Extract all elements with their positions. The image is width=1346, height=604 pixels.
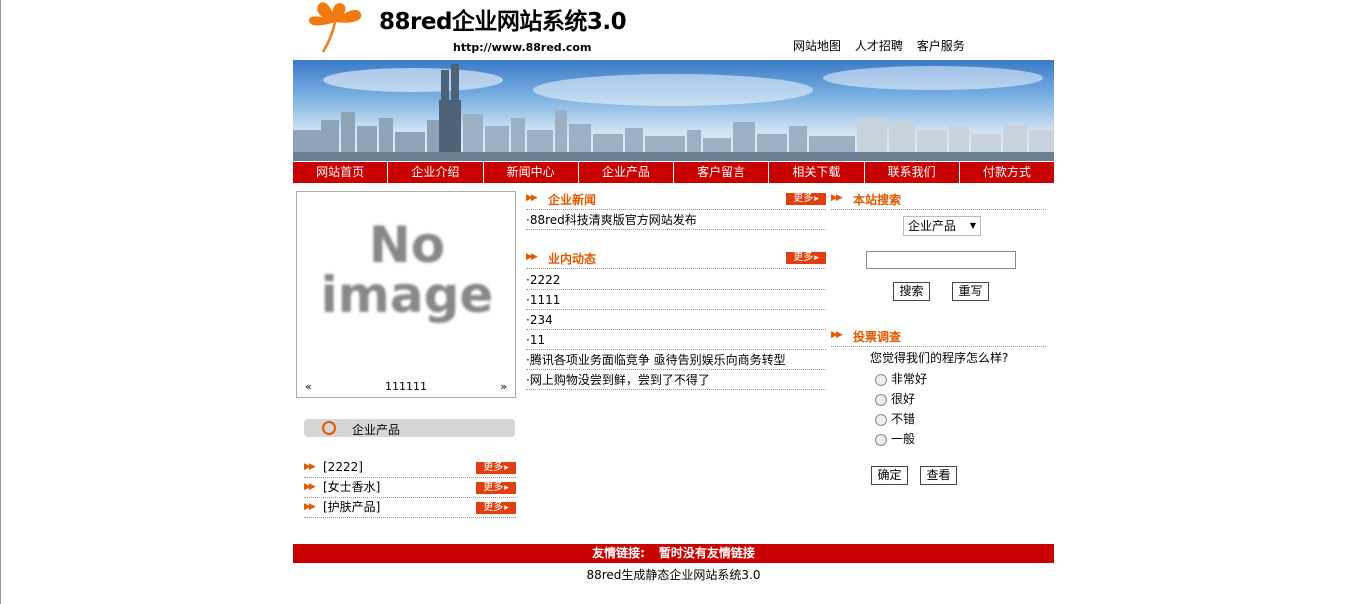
double-arrow-icon: ▶▶ xyxy=(831,193,843,203)
prev-arrow-icon[interactable]: « xyxy=(305,380,312,393)
radio-icon xyxy=(875,413,887,426)
products-heading: 企业产品 xyxy=(352,423,401,437)
list-item: ▶▶ [女士香水] 更多 xyxy=(304,478,516,498)
friend-links-label: 友情链接: xyxy=(592,546,645,560)
friend-links-bar: 友情链接: 暂时没有友情链接 xyxy=(293,544,1054,563)
main-nav: 网站首页 企业介绍 新闻中心 企业产品 客户留言 相关下载 联系我们 付款方式 xyxy=(293,162,1054,183)
search-button[interactable]: 搜索 xyxy=(893,282,930,301)
top-link-service[interactable]: 客户服务 xyxy=(917,39,965,53)
products-heading-bar: 企业产品 xyxy=(304,419,515,437)
product-link[interactable]: [2222] xyxy=(323,458,363,477)
list-item[interactable]: ·11 xyxy=(526,330,826,350)
company-news-header: ▶▶ 企业新闻 更多 xyxy=(526,190,826,210)
list-item[interactable]: ·234 xyxy=(526,310,826,330)
vote-view-button[interactable]: 查看 xyxy=(920,466,957,485)
search-category-select[interactable]: 企业产品 ▼ xyxy=(903,216,981,236)
search-input[interactable] xyxy=(866,251,1016,269)
vote-title: 投票调查 xyxy=(853,330,902,344)
list-item[interactable]: ·1111 xyxy=(526,290,826,310)
city-skyline-banner xyxy=(293,60,1054,161)
double-arrow-icon: ▶▶ xyxy=(526,193,538,203)
double-arrow-icon: ▶▶ xyxy=(304,462,316,472)
vote-submit-button[interactable]: 确定 xyxy=(871,466,908,485)
double-arrow-icon: ▶▶ xyxy=(526,252,538,262)
nav-home[interactable]: 网站首页 xyxy=(293,162,389,183)
product-link[interactable]: [女士香水] xyxy=(323,478,380,497)
search-title: 本站搜索 xyxy=(853,193,902,207)
industry-news-list: ·2222 ·1111 ·234 ·11 ·腾讯各项业务面临竞争 亟待告别娱乐向… xyxy=(526,270,826,390)
radio-icon xyxy=(875,433,887,446)
list-item[interactable]: ·88red科技清爽版官方网站发布 xyxy=(526,210,826,230)
nav-guestbook[interactable]: 客户留言 xyxy=(674,162,770,183)
chevron-down-icon: ▼ xyxy=(969,221,976,230)
vote-option-1[interactable]: 非常好 xyxy=(875,372,927,386)
site-title: 88red企业网站系统3.0 xyxy=(379,9,627,35)
list-item[interactable]: ·腾讯各项业务面临竞争 亟待告别娱乐向商务转型 xyxy=(526,350,826,370)
nav-contact[interactable]: 联系我们 xyxy=(865,162,960,183)
top-link-jobs[interactable]: 人才招聘 xyxy=(855,39,903,53)
image-caption: 111111 xyxy=(385,380,427,393)
list-item[interactable]: ·网上购物没尝到鲜，尝到了不得了 xyxy=(526,370,826,390)
vote-question: 您觉得我们的程序怎么样? xyxy=(870,351,1009,365)
industry-news-title: 业内动态 xyxy=(548,252,597,266)
vote-option-3[interactable]: 不错 xyxy=(875,412,915,426)
double-arrow-icon: ▶▶ xyxy=(304,482,316,492)
vote-option-2[interactable]: 很好 xyxy=(875,392,915,406)
list-item: ▶▶ [护肤产品] 更多 xyxy=(304,498,516,518)
logo-icon xyxy=(305,0,369,54)
product-image-box: No image 111111 « » xyxy=(296,191,516,398)
company-news-title: 企业新闻 xyxy=(548,193,597,207)
double-arrow-icon: ▶▶ xyxy=(304,502,316,512)
double-arrow-icon: ▶▶ xyxy=(831,330,843,340)
nav-products[interactable]: 企业产品 xyxy=(579,162,674,183)
list-item: ▶▶ [2222] 更多 xyxy=(304,458,516,478)
nav-downloads[interactable]: 相关下载 xyxy=(769,162,865,183)
site-url: http://www.88red.com xyxy=(453,41,592,54)
reset-button[interactable]: 重写 xyxy=(952,282,989,301)
more-button[interactable]: 更多 xyxy=(476,502,516,514)
circle-icon xyxy=(322,421,336,435)
next-arrow-icon[interactable]: » xyxy=(500,380,507,393)
nav-about[interactable]: 企业介绍 xyxy=(388,162,484,183)
company-news-list: ·88red科技清爽版官方网站发布 xyxy=(526,210,826,230)
more-button[interactable]: 更多 xyxy=(476,462,516,474)
vote-option-4[interactable]: 一般 xyxy=(875,432,915,446)
page-container: 88red企业网站系统3.0 http://www.88red.com 网站地图… xyxy=(293,0,1054,604)
radio-icon xyxy=(875,393,887,406)
copyright: 88red生成静态企业网站系统3.0 xyxy=(586,568,761,582)
radio-icon xyxy=(875,373,887,386)
search-header: ▶▶ 本站搜索 xyxy=(831,190,1046,210)
more-button[interactable]: 更多 xyxy=(786,193,826,205)
product-list: ▶▶ [2222] 更多 ▶▶ [女士香水] 更多 ▶▶ [护肤产品] 更多 xyxy=(304,458,516,518)
list-item[interactable]: ·2222 xyxy=(526,270,826,290)
vote-header: ▶▶ 投票调查 xyxy=(831,327,1046,347)
friend-links-value: 暂时没有友情链接 xyxy=(658,546,755,560)
no-image-placeholder: No image xyxy=(320,216,494,324)
top-links: 网站地图 人才招聘 客户服务 xyxy=(793,37,975,54)
top-link-sitemap[interactable]: 网站地图 xyxy=(793,39,841,53)
more-button[interactable]: 更多 xyxy=(476,482,516,494)
industry-news-header: ▶▶ 业内动态 更多 xyxy=(526,249,826,269)
product-link[interactable]: [护肤产品] xyxy=(323,498,380,517)
more-button[interactable]: 更多 xyxy=(786,252,826,264)
nav-news[interactable]: 新闻中心 xyxy=(484,162,579,183)
nav-payment[interactable]: 付款方式 xyxy=(960,162,1054,183)
